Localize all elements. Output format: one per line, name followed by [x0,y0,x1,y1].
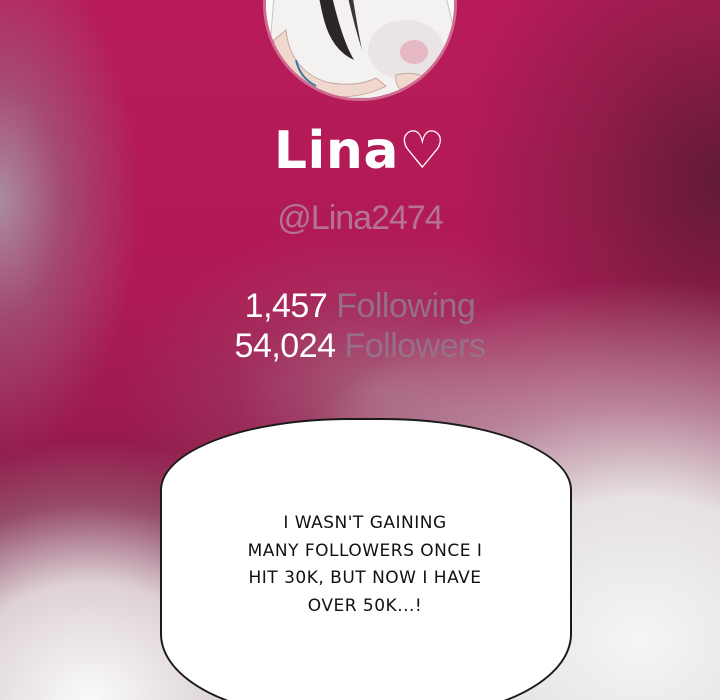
speech-line: OVER 50K...! [307,595,423,616]
avatar [266,0,454,98]
profile-stats: 1,457 Following 54,024 Followers [0,286,720,366]
following-count: 1,457 [244,287,328,325]
followers-label: Followers [344,327,486,365]
profile-name: Lina♡ [273,121,447,181]
speech-line: MANY FOLLOWERS ONCE I [247,540,483,561]
speech-line: HIT 30K, BUT NOW I HAVE [248,568,482,588]
speech-line: I WASN'T GAINING [283,513,447,533]
followers-count: 54,024 [234,327,337,365]
following-stat: 1,457 Following [0,286,720,326]
speech-bubble-text: I WASN'T GAINING MANY FOLLOWERS ONCE I H… [200,510,530,620]
profile-handle: @Lina2474 [277,199,443,237]
followers-stat: 54,024 Followers [0,326,720,366]
following-label: Following [336,287,476,325]
avatar-illustration [266,0,454,98]
comic-panel: Lina♡ @Lina2474 1,457 Following 54,024 F… [0,0,720,700]
